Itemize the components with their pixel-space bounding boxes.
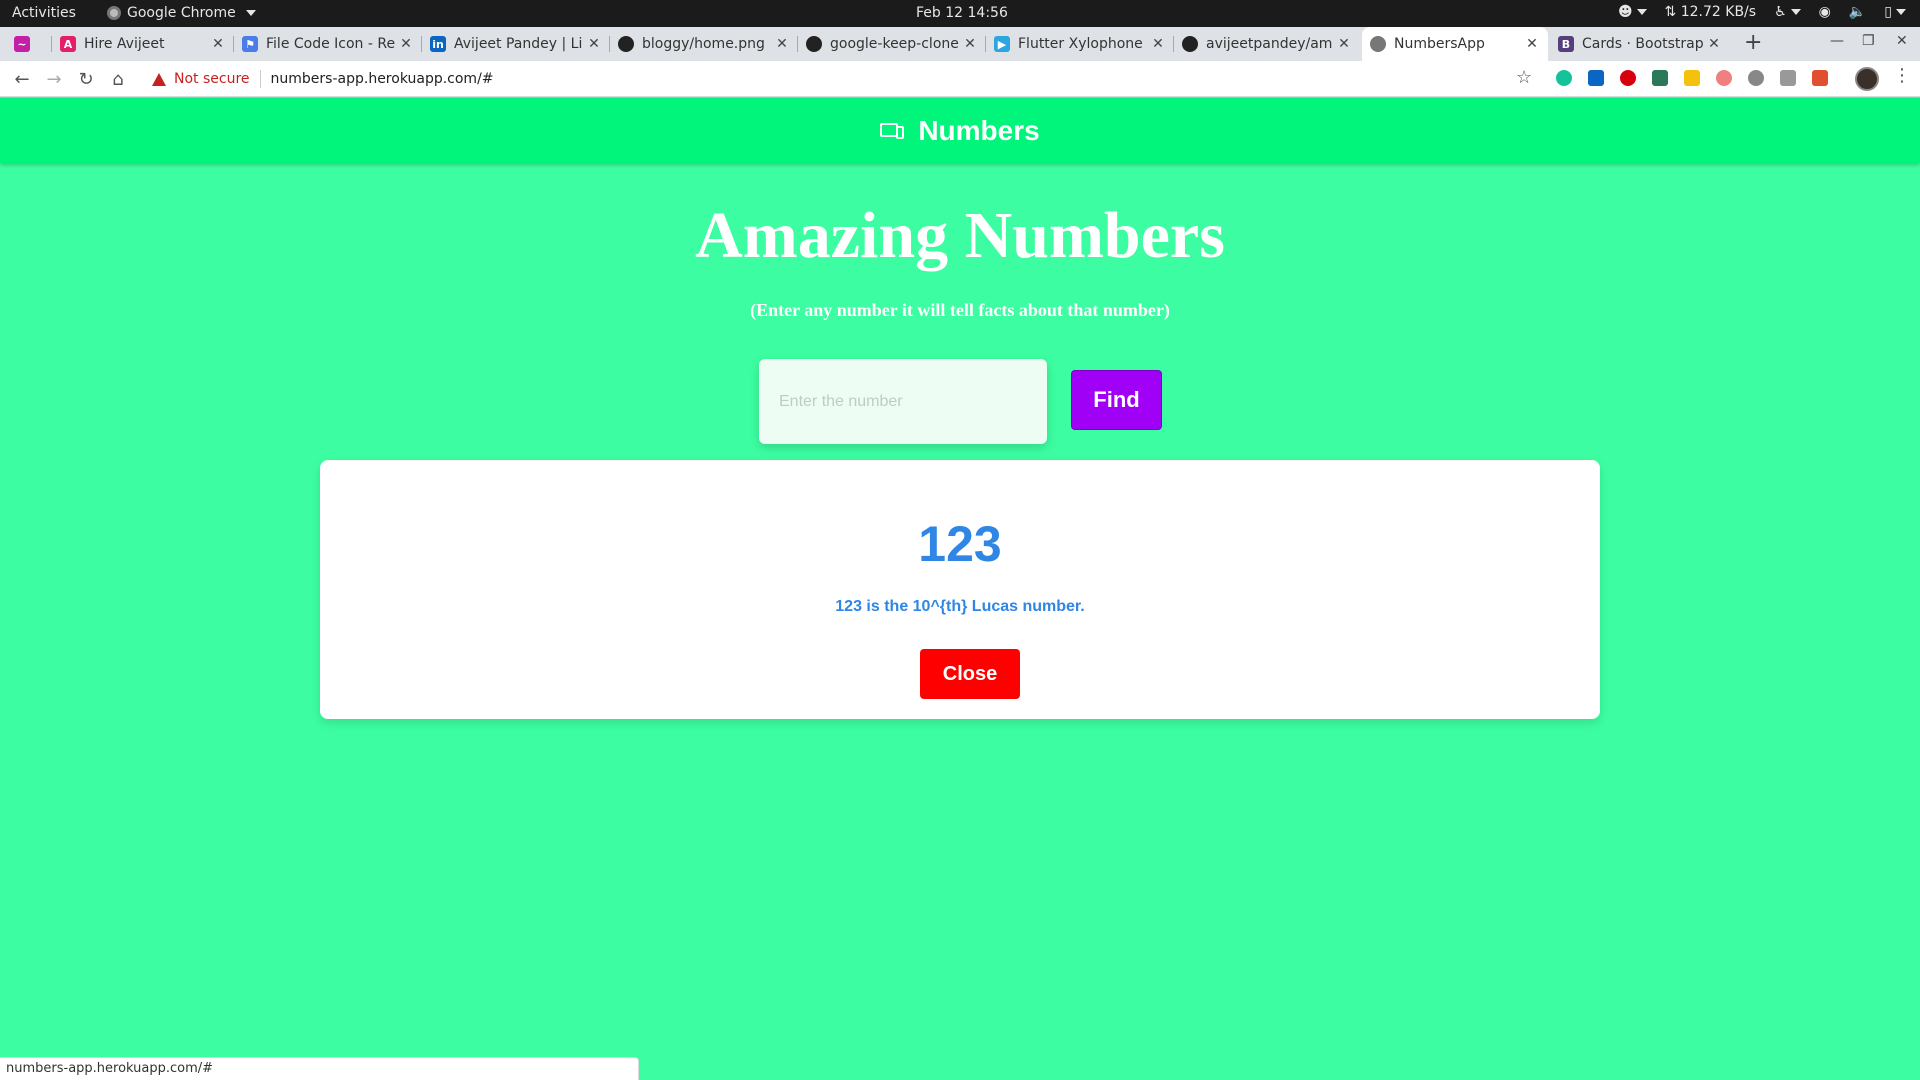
- close-icon[interactable]: ✕: [210, 36, 226, 52]
- close-icon[interactable]: ✕: [1150, 36, 1166, 52]
- tab-title: Cards · Bootstrap: [1582, 36, 1704, 52]
- not-secure-label[interactable]: Not secure: [174, 71, 250, 87]
- globe-icon: [1370, 36, 1386, 52]
- close-icon[interactable]: ✕: [586, 36, 602, 52]
- url-text[interactable]: numbers-app.herokuapp.com/#: [271, 71, 494, 87]
- warning-icon[interactable]: [152, 72, 166, 86]
- chrome-icon: [107, 6, 121, 20]
- system-tray[interactable]: ☻ ⇅ 12.72 KB/s ♿ ◉ 🔈 ▯: [1618, 4, 1906, 20]
- tab-title: Avijeet Pandey | Li: [454, 36, 583, 52]
- app-menu[interactable]: Google Chrome: [107, 5, 256, 21]
- battery-icon: ▯: [1884, 4, 1906, 20]
- timer-extension-icon[interactable]: [1716, 70, 1732, 86]
- forward-arrow-icon[interactable]: →: [42, 67, 66, 91]
- tab-title: bloggy/home.png: [642, 36, 765, 52]
- image-extension-icon[interactable]: [1780, 70, 1796, 86]
- home-icon[interactable]: ⌂: [106, 67, 130, 91]
- close-icon[interactable]: ✕: [1336, 36, 1352, 52]
- network-speed: ⇅ 12.72 KB/s: [1664, 4, 1757, 20]
- system-top-bar: Activities Google Chrome Feb 12 14:56 ☻ …: [0, 0, 1920, 27]
- linkedin-extension-icon[interactable]: [1588, 70, 1604, 86]
- back-arrow-icon[interactable]: ←: [10, 67, 34, 91]
- window-close-icon[interactable]: ✕: [1896, 33, 1908, 49]
- volume-icon: 🔈: [1848, 4, 1867, 20]
- activities-button[interactable]: Activities: [12, 5, 76, 21]
- omnibox-divider: [259, 70, 261, 88]
- send-extension-icon[interactable]: [1652, 70, 1668, 86]
- status-bar-url: numbers-app.herokuapp.com/#: [0, 1057, 639, 1080]
- minimize-icon[interactable]: —: [1830, 33, 1844, 49]
- address-bar[interactable]: Not secure numbers-app.herokuapp.com/#: [140, 64, 1520, 94]
- devices-icon: [880, 122, 905, 140]
- bookmark-star-icon[interactable]: ☆: [1516, 67, 1532, 88]
- flag-icon: ⚑: [242, 36, 258, 52]
- tab-title: File Code Icon - Re: [266, 36, 396, 52]
- stats-extension-icon[interactable]: [1684, 70, 1700, 86]
- close-icon[interactable]: ✕: [1524, 36, 1540, 52]
- tab-title: Flutter Xylophone: [1018, 36, 1143, 52]
- tab-pinned[interactable]: ~: [6, 27, 52, 61]
- new-tab-button[interactable]: +: [1744, 30, 1762, 55]
- close-icon[interactable]: ✕: [774, 36, 790, 52]
- cloud-extension-icon[interactable]: [1748, 70, 1764, 86]
- pink-a-icon: A: [60, 36, 76, 52]
- reload-icon[interactable]: ↻: [74, 67, 98, 91]
- tab-flutter-xylophone[interactable]: ▶ Flutter Xylophone ✕: [986, 27, 1174, 61]
- result-number: 123: [918, 516, 1002, 572]
- accessibility-icon[interactable]: ♿: [1774, 4, 1801, 20]
- profile-avatar[interactable]: [1855, 67, 1879, 91]
- close-icon[interactable]: ✕: [1706, 36, 1722, 52]
- tab-bloggy[interactable]: bloggy/home.png ✕: [610, 27, 798, 61]
- adblock-extension-icon[interactable]: [1620, 70, 1636, 86]
- accessibility-menu-icon[interactable]: ☻: [1618, 4, 1647, 20]
- tab-cards-bootstrap[interactable]: B Cards · Bootstrap ✕: [1550, 27, 1730, 61]
- result-fact: 123 is the 10^{th} Lucas number.: [835, 598, 1085, 615]
- tab-numbersapp[interactable]: NumbersApp ✕: [1362, 27, 1548, 61]
- tab-strip: ~ A Hire Avijeet ✕ ⚑ File Code Icon - Re…: [0, 27, 1920, 61]
- tab-file-code-icon[interactable]: ⚑ File Code Icon - Re ✕: [234, 27, 422, 61]
- browser-toolbar: ← → ↻ ⌂ Not secure numbers-app.herokuapp…: [0, 61, 1920, 97]
- page-subtitle: (Enter any number it will tell facts abo…: [750, 300, 1170, 320]
- result-card: 123 123 is the 10^{th} Lucas number. Clo…: [320, 460, 1600, 719]
- grammarly-extension-icon[interactable]: [1556, 70, 1572, 86]
- tab-hire-avijeet[interactable]: A Hire Avijeet ✕: [52, 27, 234, 61]
- github-icon: [1182, 36, 1198, 52]
- tab-title: NumbersApp: [1394, 36, 1485, 52]
- github-icon: [806, 36, 822, 52]
- bootstrap-icon: B: [1558, 36, 1574, 52]
- linkedin-icon: in: [430, 36, 446, 52]
- close-icon[interactable]: ✕: [398, 36, 414, 52]
- number-input[interactable]: [759, 359, 1047, 444]
- system-clock[interactable]: Feb 12 14:56: [916, 5, 1008, 21]
- wifi-icon: ◉: [1818, 4, 1831, 20]
- find-button[interactable]: Find: [1071, 370, 1162, 430]
- close-button[interactable]: Close: [920, 649, 1020, 699]
- brand-title[interactable]: Numbers: [918, 115, 1039, 147]
- page-title: Amazing Numbers: [695, 199, 1225, 272]
- app-menu-label: Google Chrome: [127, 5, 236, 21]
- tab-linkedin[interactable]: in Avijeet Pandey | Li ✕: [422, 27, 610, 61]
- chrome-menu-icon[interactable]: ⋮: [1893, 65, 1911, 86]
- tab-title: avijeetpandey/am: [1206, 36, 1333, 52]
- chevron-down-icon: [245, 10, 256, 16]
- restore-icon[interactable]: ❐: [1862, 33, 1875, 49]
- rocket-extension-icon[interactable]: [1812, 70, 1828, 86]
- tab-google-keep-clone[interactable]: google-keep-clone ✕: [798, 27, 986, 61]
- tab-title: Hire Avijeet: [84, 36, 165, 52]
- tab-avijeetpandey-repo[interactable]: avijeetpandey/am ✕: [1174, 27, 1360, 61]
- tab-title: google-keep-clone: [830, 36, 959, 52]
- github-icon: [618, 36, 634, 52]
- close-icon[interactable]: ✕: [962, 36, 978, 52]
- app-navbar: Numbers: [0, 98, 1920, 163]
- play-store-icon: ▶: [994, 36, 1010, 52]
- pink-chart-icon: ~: [14, 36, 30, 52]
